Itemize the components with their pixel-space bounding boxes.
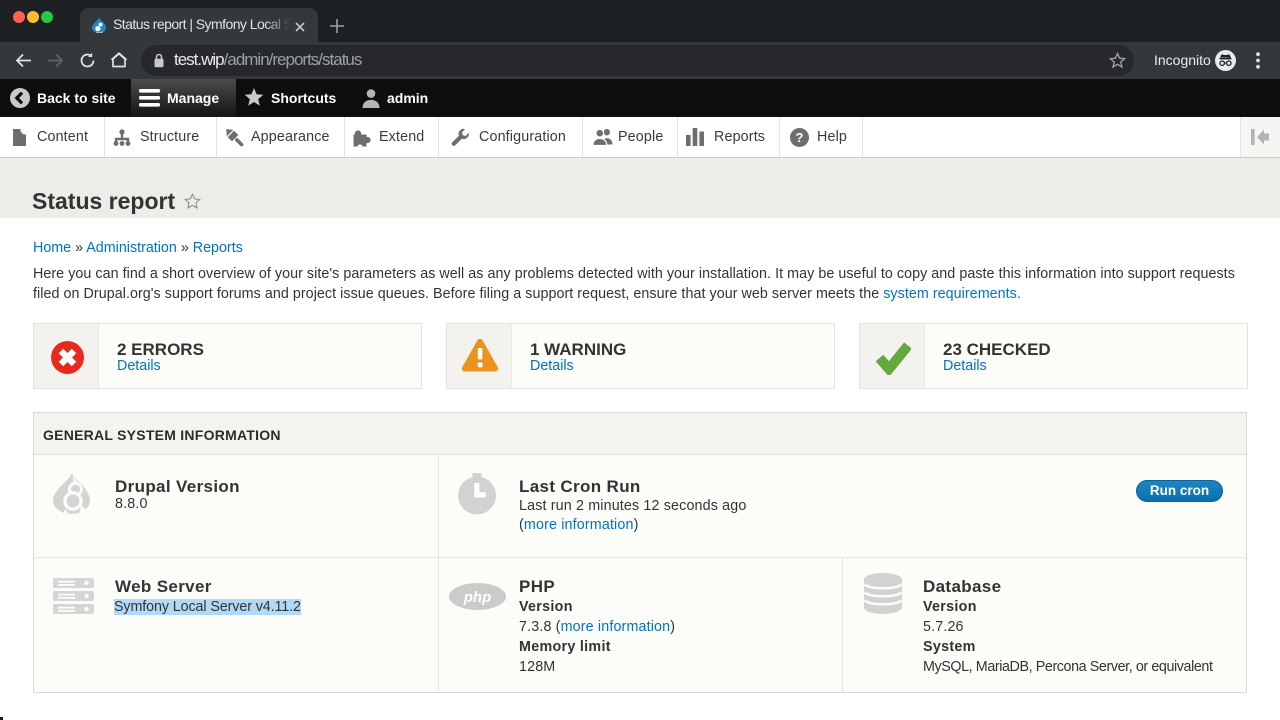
svg-text:?: ? [796, 130, 804, 145]
svg-text:php: php [463, 589, 492, 606]
